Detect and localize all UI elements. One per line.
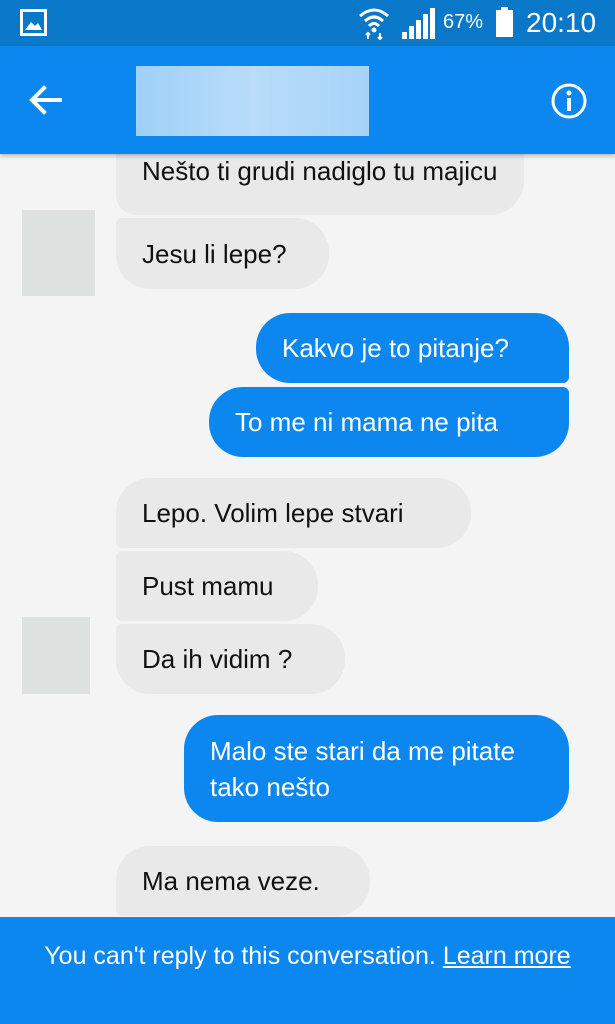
- message-outgoing[interactable]: To me ni mama ne pita: [209, 387, 569, 457]
- message-incoming[interactable]: Ma nema veze.: [116, 846, 370, 916]
- message-incoming[interactable]: Nešto ti grudi nadiglo tu majicu: [116, 154, 524, 215]
- message-outgoing[interactable]: Malo ste stari da me pitate tako nešto: [184, 715, 569, 822]
- conversation-header: [0, 46, 615, 154]
- arrow-left-icon[interactable]: [26, 82, 66, 118]
- battery-percentage: 67%: [443, 11, 484, 33]
- message-incoming[interactable]: Jesu li lepe?: [116, 218, 329, 289]
- gallery-icon: [20, 9, 47, 36]
- message-incoming[interactable]: Da ih vidim ?: [116, 624, 345, 694]
- wifi-icon: [359, 8, 389, 40]
- clock: 20:10: [526, 7, 597, 38]
- avatar[interactable]: [22, 210, 95, 296]
- avatar[interactable]: [22, 617, 90, 694]
- reply-disabled-banner: You can't reply to this conversation. Le…: [0, 917, 615, 1024]
- contact-name-redacted: [136, 66, 369, 136]
- info-icon[interactable]: [550, 82, 588, 120]
- message-thread[interactable]: Nešto ti grudi nadiglo tu majicu Jesu li…: [0, 154, 615, 917]
- reply-disabled-notice: You can't reply to this conversation.: [44, 942, 436, 970]
- battery-icon: [496, 7, 513, 37]
- message-outgoing[interactable]: Kakvo je to pitanje?: [256, 313, 569, 383]
- status-bar: 67% 20:10: [0, 0, 615, 46]
- signal-icon: [402, 8, 435, 39]
- message-incoming[interactable]: Lepo. Volim lepe stvari: [116, 478, 471, 548]
- learn-more-link[interactable]: Learn more: [443, 942, 571, 970]
- message-incoming[interactable]: Pust mamu: [116, 551, 318, 621]
